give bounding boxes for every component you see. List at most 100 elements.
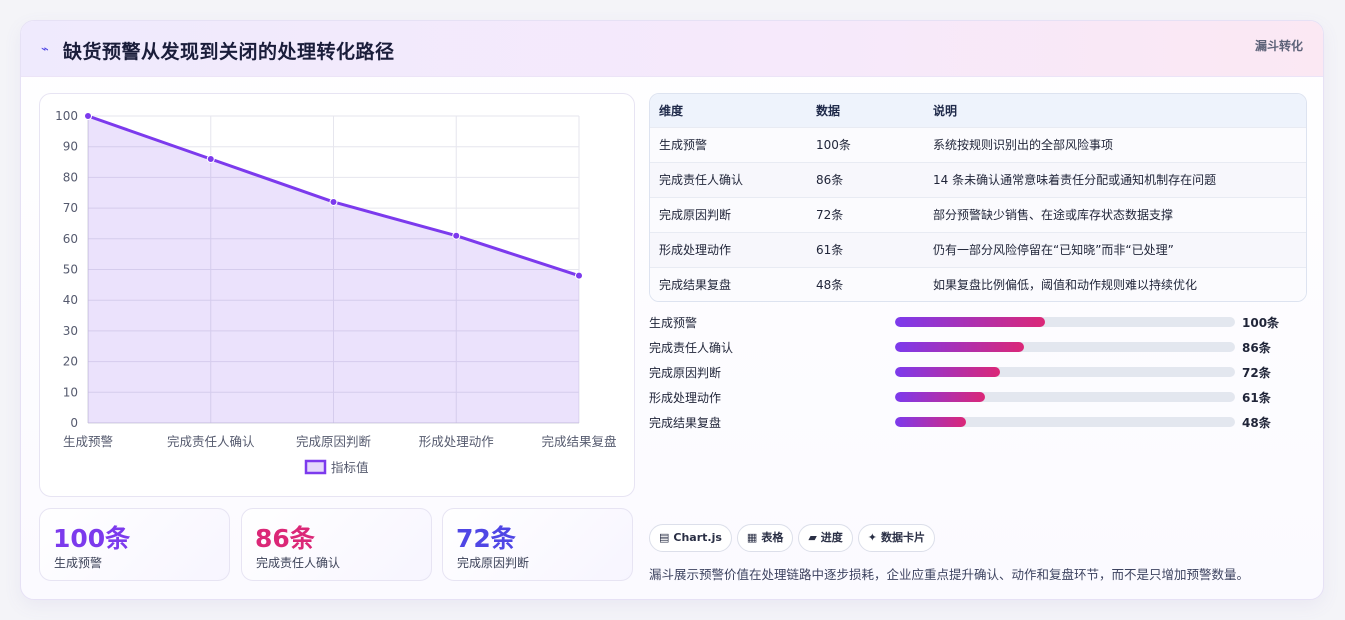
feature-chips: ▤ Chart.js ▦ 表格 ▰ 进度 ✦ 数据卡片 bbox=[649, 524, 940, 552]
table-cell: 仍有一部分风险停留在“已知晓”而非“已处理” bbox=[933, 243, 1174, 257]
table-row: 形成处理动作 61条 仍有一部分风险停留在“已知晓”而非“已处理” bbox=[650, 232, 1306, 267]
column-header: 说明 bbox=[933, 103, 958, 118]
table-cell: 完成原因判断 bbox=[659, 208, 732, 222]
kpi-label: 完成原因判断 bbox=[457, 556, 530, 570]
table-cell: 61条 bbox=[816, 243, 844, 257]
chip-label: 数据卡片 bbox=[881, 531, 926, 544]
x-tick-label: 完成结果复盘 bbox=[541, 434, 616, 449]
kpi-value: 100条 bbox=[53, 524, 131, 553]
progress-row: 完成原因判断 72条 bbox=[649, 361, 1309, 386]
kpi-card: 72条 完成原因判断 bbox=[442, 508, 633, 581]
kpi-card: 100条 生成预警 bbox=[39, 508, 230, 581]
y-tick-label: 50 bbox=[63, 263, 78, 277]
table-cell: 72条 bbox=[816, 208, 844, 222]
progress-track bbox=[895, 392, 1235, 402]
column-header: 维度 bbox=[659, 103, 684, 118]
table-cell: 完成责任人确认 bbox=[659, 173, 744, 187]
card-icon: ✦ bbox=[867, 531, 878, 544]
table-cell: 48条 bbox=[816, 278, 844, 293]
y-tick-label: 90 bbox=[63, 140, 78, 154]
progress-label: 形成处理动作 bbox=[649, 391, 722, 405]
y-tick-label: 20 bbox=[63, 355, 78, 369]
x-tick-label: 完成责任人确认 bbox=[167, 434, 255, 449]
y-tick-label: 70 bbox=[63, 201, 78, 215]
category-tag: 漏斗转化 bbox=[1254, 39, 1303, 53]
progress-track bbox=[895, 417, 1235, 427]
kpi-value: 72条 bbox=[456, 524, 516, 553]
progress-track bbox=[895, 367, 1235, 377]
chip-label: Chart.js bbox=[673, 531, 722, 544]
table-row: 生成预警 100条 系统按规则识别出的全部风险事项 bbox=[650, 127, 1306, 162]
area-chart: 0 10 20 30 40 50 60 70 80 90 100 生成预警 完成责任人确认 完成原因判断 形… bbox=[55, 109, 616, 475]
chip-progress[interactable]: ▰ 进度 bbox=[798, 524, 853, 552]
kpi-value: 86条 bbox=[255, 524, 315, 553]
progress-value: 48条 bbox=[1242, 416, 1271, 430]
data-point bbox=[452, 231, 461, 240]
dashboard-card: ⌁ 缺货预警从发现到关闭的处理转化路径 漏斗转化 0 10 20 30 40 50 60 70… bbox=[20, 20, 1324, 600]
kpi-label: 生成预警 bbox=[54, 556, 103, 570]
data-point bbox=[329, 197, 338, 206]
data-point bbox=[575, 271, 583, 280]
progress-row: 完成责任人确认 86条 bbox=[649, 336, 1309, 361]
y-tick-label: 60 bbox=[63, 232, 78, 246]
progress-value: 61条 bbox=[1242, 391, 1271, 405]
progress-value: 72条 bbox=[1242, 366, 1271, 380]
y-tick-label: 80 bbox=[63, 170, 78, 184]
progress-fill bbox=[895, 392, 986, 402]
column-header: 数据 bbox=[816, 103, 841, 118]
data-table: 维度 数据 说明 生成预警 100条 系统按规则识别出的全部风险事项 完成责任人… bbox=[649, 93, 1307, 302]
table-icon: ▦ bbox=[746, 531, 758, 544]
table-cell: 14 条未确认通常意味着责任分配或通知机制存在问题 bbox=[933, 173, 1217, 187]
progress-track bbox=[895, 342, 1235, 352]
progress-row: 形成处理动作 61条 bbox=[649, 386, 1309, 411]
progress-label: 完成原因判断 bbox=[649, 366, 722, 380]
trend-arrow-icon: ⌁ bbox=[41, 42, 49, 57]
chip-table[interactable]: ▦ 表格 bbox=[736, 524, 794, 552]
table-cell: 部分预警缺少销售、在途或库存状态数据支撑 bbox=[933, 208, 1174, 222]
chip-label: 进度 bbox=[820, 531, 843, 544]
progress-track bbox=[895, 317, 1235, 327]
table-row: 完成原因判断 72条 部分预警缺少销售、在途或库存状态数据支撑 bbox=[650, 197, 1306, 232]
data-point bbox=[84, 112, 92, 120]
table-cell: 100条 bbox=[816, 138, 851, 152]
progress-value: 100条 bbox=[1242, 316, 1280, 330]
progress-fill bbox=[895, 317, 1045, 327]
chip-data-card[interactable]: ✦ 数据卡片 bbox=[857, 524, 936, 552]
x-tick-label: 完成原因判断 bbox=[296, 434, 371, 449]
chip-label: 表格 bbox=[761, 531, 784, 544]
area-chart-panel: 0 10 20 30 40 50 60 70 80 90 100 生成预警 完成责任人确认 完成原因判断 形… bbox=[39, 93, 635, 497]
kpi-card: 86条 完成责任人确认 bbox=[241, 508, 432, 581]
y-tick-label: 0 bbox=[70, 416, 78, 430]
progress-icon: ▰ bbox=[808, 531, 817, 544]
progress-row: 生成预警 100条 bbox=[649, 311, 1309, 336]
legend-swatch bbox=[304, 459, 327, 475]
kpi-label: 完成责任人确认 bbox=[256, 556, 341, 570]
y-tick-label: 10 bbox=[63, 385, 78, 399]
y-tick-label: 100 bbox=[55, 109, 78, 123]
chip-chartjs[interactable]: ▤ Chart.js bbox=[649, 524, 732, 552]
footnote: 漏斗展示预警价值在处理链路中逐步损耗，企业应重点提升确认、动作和复盘环节，而不是… bbox=[649, 567, 1250, 582]
progress-label: 生成预警 bbox=[649, 316, 698, 330]
chart-icon: ▤ bbox=[659, 531, 670, 544]
page-title: 缺货预警从发现到关闭的处理转化路径 bbox=[63, 41, 395, 63]
y-tick-label: 30 bbox=[63, 324, 78, 338]
data-point bbox=[206, 154, 215, 163]
progress-fill bbox=[895, 342, 1025, 352]
table-cell: 86条 bbox=[816, 173, 844, 187]
progress-value: 86条 bbox=[1242, 341, 1271, 355]
table-cell: 完成结果复盘 bbox=[659, 278, 732, 293]
progress-fill bbox=[895, 367, 1001, 377]
table-cell: 生成预警 bbox=[659, 138, 708, 152]
table-cell: 形成处理动作 bbox=[659, 243, 732, 257]
table-cell: 如果复盘比例偏低，阈值和动作规则难以持续优化 bbox=[933, 278, 1198, 293]
y-tick-label: 40 bbox=[63, 293, 78, 307]
progress-fill bbox=[895, 417, 967, 427]
progress-row: 完成结果复盘 48条 bbox=[649, 411, 1309, 436]
table-header-row: 维度 数据 说明 bbox=[650, 94, 1306, 127]
progress-label: 完成责任人确认 bbox=[649, 341, 734, 355]
legend-label: 指标值 bbox=[331, 460, 369, 475]
table-cell: 系统按规则识别出的全部风险事项 bbox=[933, 138, 1114, 152]
progress-list: 生成预警 100条 完成责任人确认 86条 完成原因判断 72条 形成处理动作 … bbox=[649, 311, 1309, 436]
table-row: 完成结果复盘 48条 如果复盘比例偏低，阈值和动作规则难以持续优化 bbox=[650, 267, 1306, 301]
x-tick-label: 生成预警 bbox=[63, 434, 113, 449]
